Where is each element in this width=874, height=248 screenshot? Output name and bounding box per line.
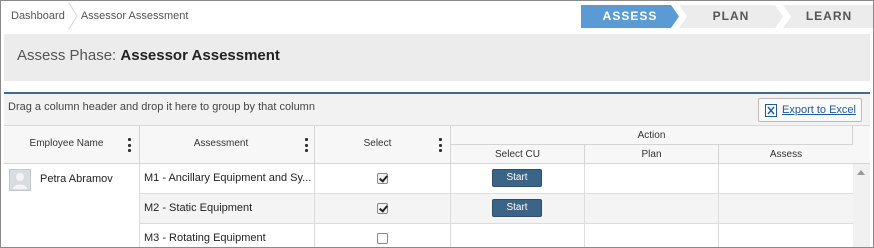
user-avatar-icon [13,173,27,189]
select-cell [315,164,451,194]
page-title-main: Assessor Assessment [120,47,280,64]
page-title: Assess Phase: Assessor Assessment [17,47,280,64]
select-cu-cell: Start [451,164,585,194]
column-header-plan[interactable]: Plan [585,145,719,164]
scroll-up-arrow-icon[interactable] [857,170,865,175]
select-cell [315,224,451,247]
column-header-select-cu[interactable]: Select CU [451,145,585,164]
table-row: M1 - Ancillary Equipment and Sy... Start [140,164,853,194]
breadcrumb-dashboard[interactable]: Dashboard [1,1,65,31]
assess-cell [719,194,853,224]
scrollbar-header-spacer [853,126,870,164]
column-header-select[interactable]: Select [315,126,451,164]
column-header-select-label: Select [363,138,392,149]
column-header-action: Action [451,126,853,145]
vertical-scrollbar[interactable] [853,126,870,247]
breadcrumb: Dashboard Assessor Assessment [1,1,188,31]
assessment-name: M2 - Static Equipment [140,194,315,224]
column-header-assess[interactable]: Assess [719,145,853,164]
group-hint: Drag a column header and drop it here to… [8,101,315,113]
column-menu-icon[interactable] [127,138,131,152]
page-title-prefix: Assess Phase: [17,47,117,64]
top-bar: Dashboard Assessor Assessment ASSESS PLA… [1,1,873,31]
column-header-assessment-label: Assessment [193,138,249,149]
start-button[interactable]: Start [492,199,542,217]
app-window: Dashboard Assessor Assessment ASSESS PLA… [0,0,874,248]
assess-cell [719,164,853,194]
excel-icon [765,103,777,117]
column-header-assessment[interactable]: Assessment [140,126,315,164]
phase-plan[interactable]: PLAN [679,5,783,28]
plan-cell [585,164,719,194]
table-row: M2 - Static Equipment Start [140,194,853,224]
start-button[interactable]: Start [492,169,542,187]
column-header-select-cu-label: Select CU [494,149,540,160]
column-header-action-label: Action [637,130,666,141]
group-panel[interactable]: Drag a column header and drop it here to… [4,94,870,126]
export-excel-button[interactable]: Export to Excel [758,98,862,122]
assessment-grid: Employee Name Assessment Select Action S… [4,126,853,247]
assess-cell [719,224,853,247]
breadcrumb-assessor-assessment: Assessor Assessment [80,10,189,22]
phase-stepper: ASSESS PLAN LEARN [581,5,873,28]
employee-name: Petra Abramov [40,173,113,185]
phase-assess[interactable]: ASSESS [581,5,679,28]
column-menu-icon[interactable] [438,138,442,152]
select-cell [315,194,451,224]
export-excel-label: Export to Excel [782,104,856,116]
table-row: M3 - Rotating Equipment [140,224,853,247]
plan-cell [585,224,719,247]
select-checkbox[interactable] [377,233,388,244]
column-header-employee-name-label: Employee Name [29,138,104,149]
avatar [9,169,31,191]
phase-learn[interactable]: LEARN [783,5,873,28]
plan-cell [585,194,719,224]
column-menu-icon[interactable] [304,138,308,152]
phase-assess-label: ASSESS [602,9,658,23]
select-checkbox[interactable] [377,173,388,184]
column-header-plan-label: Plan [641,149,662,160]
employee-cell: Petra Abramov [4,164,140,247]
breadcrumb-separator-icon [65,1,79,31]
phase-plan-label: PLAN [712,9,750,23]
select-cu-cell: Start [451,194,585,224]
phase-learn-label: LEARN [805,9,853,23]
title-band: Assess Phase: Assessor Assessment [4,34,870,81]
assessment-name: M3 - Rotating Equipment [140,224,315,247]
select-checkbox[interactable] [377,203,388,214]
column-header-employee-name[interactable]: Employee Name [4,126,140,164]
scrollbar-track[interactable] [853,164,870,247]
select-cu-cell [451,224,585,247]
assessment-name: M1 - Ancillary Equipment and Sy... [140,164,315,194]
column-header-assess-label: Assess [769,149,803,160]
